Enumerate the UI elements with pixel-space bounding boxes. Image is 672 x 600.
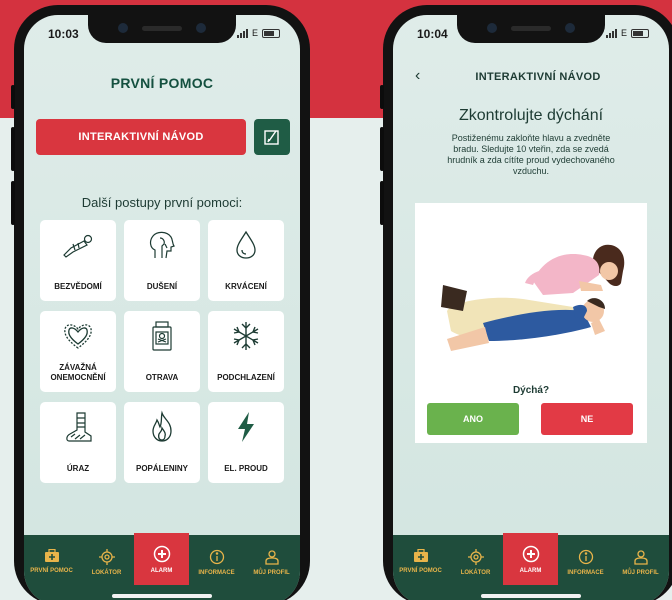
nav-label: LOKÁTOR bbox=[91, 570, 122, 576]
nav-label: INFORMACE bbox=[198, 570, 235, 576]
tile-label: DUŠENÍ bbox=[146, 282, 178, 291]
battery-icon bbox=[262, 28, 280, 38]
signal-icon bbox=[236, 28, 248, 38]
nav-item-prvni-pomoc[interactable]: PRVNÍ POMOC bbox=[393, 549, 448, 574]
nav-label: MŮJ PROFIL bbox=[622, 570, 659, 576]
nav-item-informace[interactable]: INFORMACE bbox=[558, 549, 613, 576]
nav-label: INFORMACE bbox=[567, 570, 604, 576]
phone-side-button bbox=[380, 181, 384, 225]
bandaged-leg-icon bbox=[66, 412, 92, 442]
signal-icon bbox=[605, 28, 617, 38]
nav-item-alarm[interactable]: ALARM bbox=[134, 533, 189, 585]
tile-duseni[interactable]: DUŠENÍ bbox=[124, 220, 200, 301]
nav-label: LOKÁTOR bbox=[460, 570, 491, 576]
phone-left: 10:03 E PRVNÍ POMOC INTERAKTIVNÍ NÁVOD D… bbox=[11, 5, 310, 600]
tile-uraz[interactable]: ÚRAZ bbox=[40, 402, 116, 483]
pencil-note-icon bbox=[264, 130, 279, 145]
tile-label: BEZVĚDOMÍ bbox=[54, 282, 102, 291]
home-indicator[interactable] bbox=[112, 594, 212, 598]
carrier-label: E bbox=[620, 28, 627, 38]
step-card: Dýchá? ANO NE bbox=[415, 203, 647, 443]
tile-zavazna-onemocneni[interactable]: ZÁVAŽNÁ ONEMOCNĚNÍ bbox=[40, 311, 116, 392]
info-icon bbox=[578, 549, 593, 565]
tile-label: POPÁLENINY bbox=[135, 464, 188, 473]
tile-popaleniny[interactable]: POPÁLENINY bbox=[124, 402, 200, 483]
phone-side-button bbox=[380, 85, 384, 109]
locator-icon bbox=[98, 549, 115, 565]
page-title: INTERAKTIVNÍ NÁVOD bbox=[475, 71, 601, 83]
tile-label: EL. PROUD bbox=[224, 464, 268, 473]
flame-icon bbox=[152, 410, 172, 442]
nav-item-lokator[interactable]: LOKÁTOR bbox=[79, 549, 134, 576]
tile-krvaceni[interactable]: KRVÁCENÍ bbox=[208, 220, 284, 301]
status-bar: 10:03 E bbox=[24, 27, 300, 45]
home-indicator[interactable] bbox=[481, 594, 581, 598]
nav-label: PRVNÍ POMOC bbox=[30, 568, 73, 574]
status-time: 10:04 bbox=[417, 27, 448, 41]
nav-label: MŮJ PROFIL bbox=[253, 570, 290, 576]
tile-otrava[interactable]: OTRAVA bbox=[124, 311, 200, 392]
alarm-plus-icon bbox=[153, 545, 170, 562]
yes-button[interactable]: ANO bbox=[427, 403, 519, 435]
phone-side-button bbox=[380, 127, 384, 171]
breathing-check-illustration bbox=[441, 244, 625, 351]
screen-first-aid: 10:03 E PRVNÍ POMOC INTERAKTIVNÍ NÁVOD D… bbox=[24, 15, 300, 600]
nav-item-alarm[interactable]: ALARM bbox=[503, 533, 558, 585]
tile-label: OTRAVA bbox=[145, 373, 179, 382]
bottom-nav: PRVNÍ POMOC LOKÁTOR ALARM INFORMACE MŮJ … bbox=[24, 533, 300, 600]
tile-podchlazeni[interactable]: PODCHLAZENÍ bbox=[208, 311, 284, 392]
phone-side-button bbox=[11, 85, 15, 109]
nav-item-prvni-pomoc[interactable]: PRVNÍ POMOC bbox=[24, 549, 79, 574]
nav-label: ALARM bbox=[519, 567, 542, 574]
nav-label: ALARM bbox=[150, 567, 173, 574]
first-aid-kit-icon bbox=[44, 549, 59, 562]
info-icon bbox=[209, 549, 224, 565]
alarm-plus-icon bbox=[522, 545, 539, 562]
tile-label: ÚRAZ bbox=[66, 464, 90, 473]
tile-label: PODCHLAZENÍ bbox=[217, 373, 275, 382]
step-instructions: Postiženému zakloňte hlavu a zvedněte br… bbox=[447, 133, 615, 176]
phone-side-button bbox=[11, 127, 15, 171]
choking-head-icon bbox=[149, 231, 175, 259]
first-aid-kit-icon bbox=[413, 549, 428, 562]
battery-icon bbox=[631, 28, 649, 38]
blood-drop-icon bbox=[236, 230, 256, 259]
no-button[interactable]: NE bbox=[541, 403, 633, 435]
unconscious-person-icon bbox=[63, 234, 93, 258]
carrier-label: E bbox=[251, 28, 258, 38]
profile-icon bbox=[633, 550, 648, 565]
nav-item-lokator[interactable]: LOKÁTOR bbox=[448, 549, 503, 576]
procedure-grid: BEZVĚDOMÍ DUŠENÍ KRVÁCENÍ ZÁVAŽNÁ ONEMOC… bbox=[40, 220, 284, 483]
locator-icon bbox=[467, 549, 484, 565]
edit-button[interactable] bbox=[254, 119, 290, 155]
nav-item-muj-profil[interactable]: MŮJ PROFIL bbox=[613, 549, 668, 576]
section-subheading: Další postupy první pomoci: bbox=[81, 195, 243, 210]
tile-el-proud[interactable]: EL. PROUD bbox=[208, 402, 284, 483]
step-heading: Zkontrolujte dýchání bbox=[458, 107, 604, 124]
heart-icon bbox=[64, 324, 92, 349]
interactive-guide-button[interactable]: INTERAKTIVNÍ NÁVOD bbox=[36, 119, 246, 155]
nav-item-informace[interactable]: INFORMACE bbox=[189, 549, 244, 576]
poison-bottle-icon bbox=[152, 321, 172, 351]
back-chevron-icon[interactable]: ‹ bbox=[415, 67, 420, 85]
profile-icon bbox=[264, 550, 279, 565]
phone-side-button bbox=[11, 181, 15, 225]
tile-label: ZÁVAŽNÁ ONEMOCNĚNÍ bbox=[50, 363, 106, 382]
lightning-icon bbox=[238, 412, 254, 442]
phone-right: 10:04 E ‹ INTERAKTIVNÍ NÁVOD Zkontrolujt… bbox=[380, 5, 672, 600]
nav-item-muj-profil[interactable]: MŮJ PROFIL bbox=[244, 549, 299, 576]
breathing-question: Dýchá? bbox=[512, 385, 550, 396]
status-bar: 10:04 E bbox=[393, 27, 669, 45]
status-time: 10:03 bbox=[48, 27, 79, 41]
nav-label: PRVNÍ POMOC bbox=[399, 568, 442, 574]
tile-label: KRVÁCENÍ bbox=[225, 282, 267, 291]
screen-interactive-guide: 10:04 E ‹ INTERAKTIVNÍ NÁVOD Zkontrolujt… bbox=[393, 15, 669, 600]
bottom-nav: PRVNÍ POMOC LOKÁTOR ALARM INFORMACE MŮJ … bbox=[393, 533, 669, 600]
snowflake-icon bbox=[233, 322, 259, 350]
tile-bezvedomi[interactable]: BEZVĚDOMÍ bbox=[40, 220, 116, 301]
page-title: PRVNÍ POMOC bbox=[110, 75, 214, 91]
